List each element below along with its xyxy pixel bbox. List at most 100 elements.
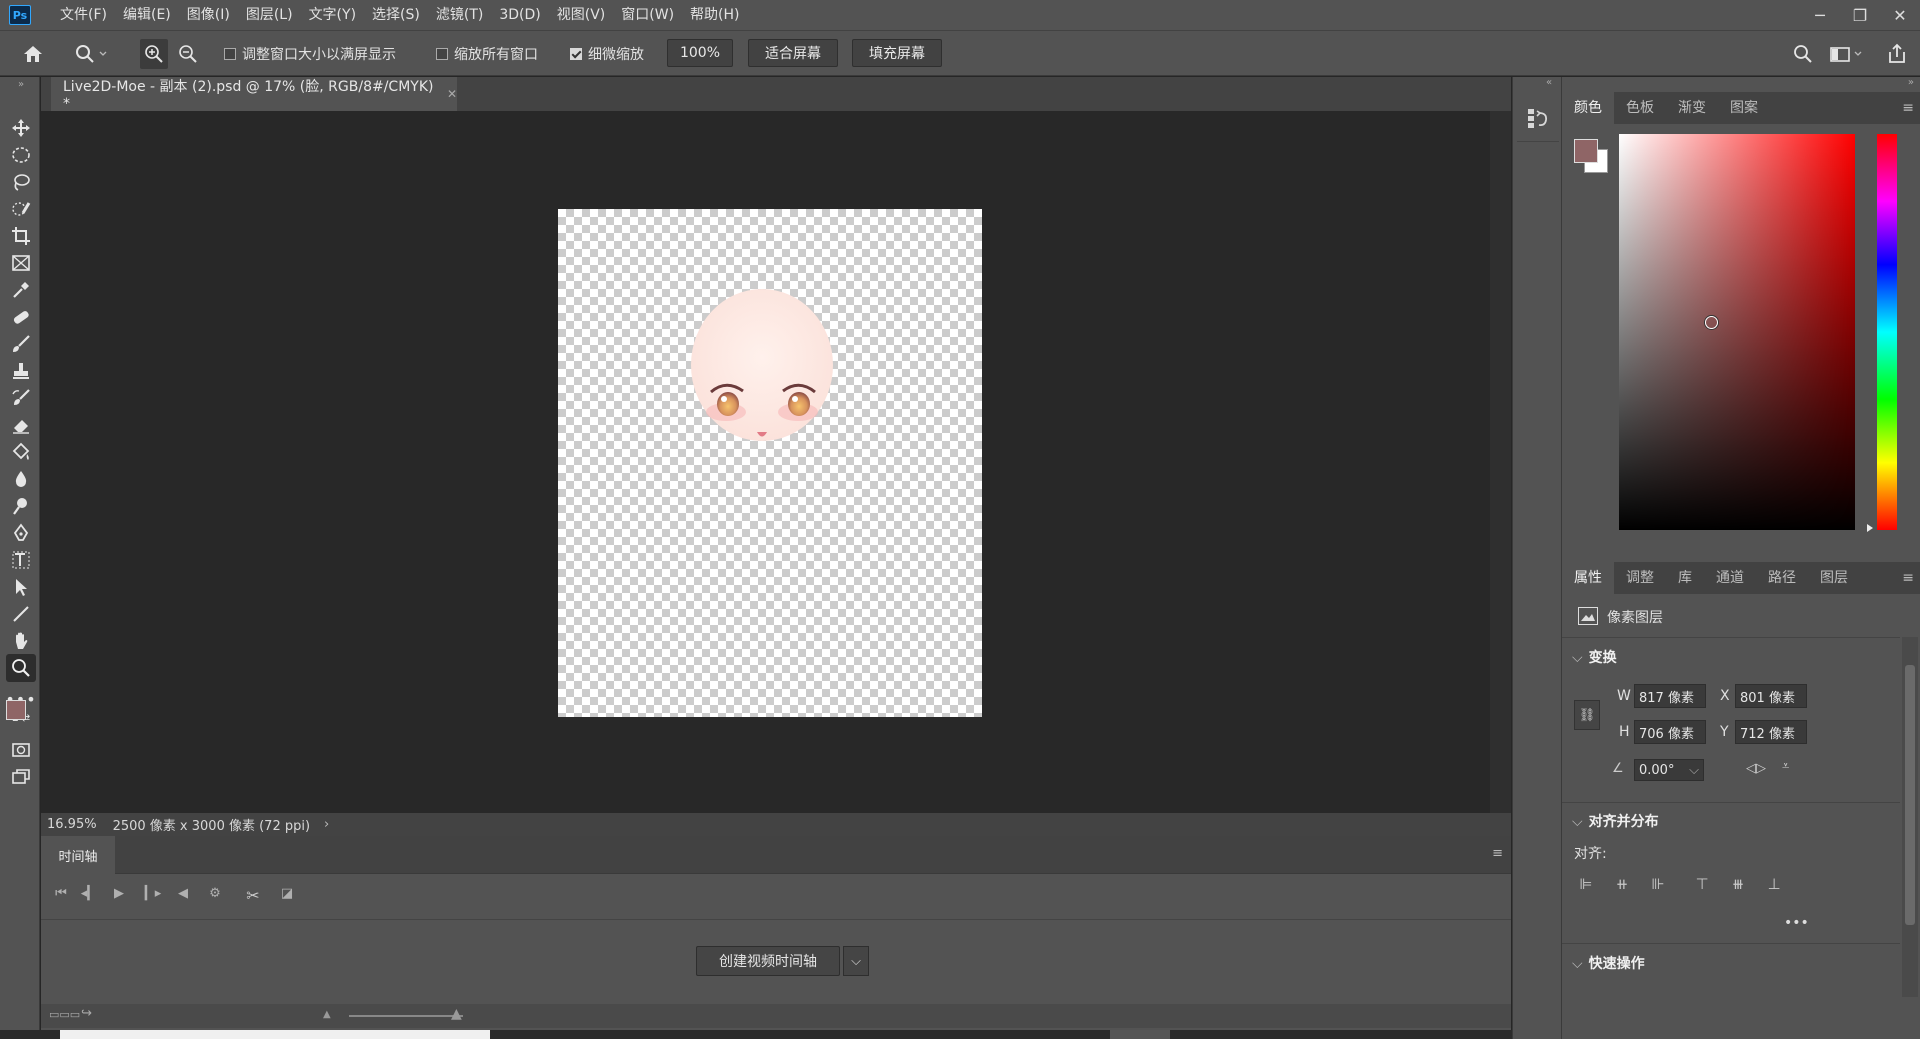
scrollbar-thumb[interactable] bbox=[1905, 665, 1915, 925]
more-options-icon[interactable]: ••• bbox=[1784, 915, 1809, 931]
eyedropper-icon[interactable] bbox=[6, 276, 36, 304]
flip-vertical-icon[interactable]: ⩡ bbox=[1782, 759, 1789, 774]
align-section-header[interactable]: ⌵ 对齐并分布 bbox=[1572, 811, 1659, 831]
link-dimensions-icon[interactable]: ⛓ bbox=[1574, 700, 1600, 730]
height-field[interactable]: 706 像素 bbox=[1634, 720, 1706, 744]
document-canvas[interactable] bbox=[558, 209, 982, 717]
blur-tool-icon[interactable] bbox=[6, 465, 36, 493]
panel-menu-icon[interactable]: ≡ bbox=[1902, 100, 1914, 116]
align-left-icon[interactable]: ⊫ bbox=[1576, 875, 1596, 895]
share-icon[interactable] bbox=[1886, 31, 1908, 77]
flip-horizontal-icon[interactable]: ◁▷ bbox=[1746, 761, 1766, 776]
line-tool-icon[interactable] bbox=[6, 600, 36, 628]
healing-brush-icon[interactable] bbox=[6, 303, 36, 331]
checkbox-unchecked[interactable] bbox=[436, 48, 448, 60]
close-tab-icon[interactable]: ✕ bbox=[447, 87, 457, 101]
history-brush-icon[interactable] bbox=[6, 384, 36, 412]
transition-icon[interactable]: ◪ bbox=[275, 886, 299, 908]
brush-tool-icon[interactable] bbox=[6, 330, 36, 358]
hue-slider[interactable] bbox=[1877, 134, 1897, 530]
menu-window[interactable]: 窗口(W) bbox=[613, 0, 682, 30]
zoom-value-field[interactable]: 100% bbox=[667, 39, 733, 67]
chevron-down-icon[interactable]: ⌵ bbox=[843, 946, 869, 976]
audio-icon[interactable]: ◀ bbox=[171, 886, 195, 908]
tab-gradients[interactable]: 渐变 bbox=[1666, 92, 1718, 124]
create-video-timeline-button[interactable]: 创建视频时间轴 bbox=[696, 946, 840, 976]
previous-frame-icon[interactable]: ◂▎ bbox=[77, 886, 101, 908]
quick-selection-icon[interactable] bbox=[6, 195, 36, 223]
menu-view[interactable]: 视图(V) bbox=[549, 0, 614, 30]
render-video-icon[interactable]: ↪ bbox=[81, 1006, 92, 1021]
restore-icon[interactable]: ❐ bbox=[1840, 6, 1880, 25]
menu-edit[interactable]: 编辑(E) bbox=[115, 0, 179, 30]
x-field[interactable]: 801 像素 bbox=[1735, 684, 1807, 708]
tab-paths[interactable]: 路径 bbox=[1756, 562, 1808, 594]
menu-3d[interactable]: 3D(D) bbox=[491, 0, 548, 30]
tab-channels[interactable]: 通道 bbox=[1704, 562, 1756, 594]
screen-mode-icon[interactable] bbox=[6, 763, 36, 791]
tab-libraries[interactable]: 库 bbox=[1666, 562, 1704, 594]
resize-windows-checkbox[interactable]: 调整窗口大小以满屏显示 bbox=[224, 31, 396, 77]
minimize-icon[interactable]: ─ bbox=[1800, 6, 1840, 25]
align-vertical-center-icon[interactable]: ⧻ bbox=[1728, 875, 1748, 895]
close-icon[interactable]: ✕ bbox=[1880, 6, 1920, 25]
zoom-tool-icon[interactable] bbox=[6, 654, 36, 682]
menu-help[interactable]: 帮助(H) bbox=[682, 0, 747, 30]
menu-filter[interactable]: 滤镜(T) bbox=[428, 0, 491, 30]
settings-gear-icon[interactable]: ⚙ bbox=[203, 886, 227, 908]
panel-menu-icon[interactable]: ≡ bbox=[1492, 846, 1503, 861]
tab-patterns[interactable]: 图案 bbox=[1718, 92, 1770, 124]
color-picker-field[interactable] bbox=[1619, 134, 1855, 530]
fit-screen-button[interactable]: 适合屏幕 bbox=[748, 39, 838, 67]
clone-stamp-icon[interactable] bbox=[6, 357, 36, 385]
play-icon[interactable]: ▶ bbox=[107, 886, 131, 908]
canvas-scrollbar[interactable] bbox=[1490, 111, 1511, 813]
tab-layers[interactable]: 图层 bbox=[1808, 562, 1860, 594]
zoom-all-windows-checkbox[interactable]: 缩放所有窗口 bbox=[436, 31, 538, 77]
chevron-right-icon[interactable]: › bbox=[324, 817, 329, 832]
zoom-out-small-icon[interactable]: ▲ bbox=[323, 1009, 331, 1020]
transform-section-header[interactable]: ⌵ 变换 bbox=[1572, 647, 1617, 667]
eraser-tool-icon[interactable] bbox=[6, 411, 36, 439]
menu-layer[interactable]: 图层(L) bbox=[238, 0, 301, 30]
search-icon[interactable] bbox=[1793, 31, 1813, 77]
foreground-color-swatch[interactable] bbox=[1574, 139, 1598, 163]
y-field[interactable]: 712 像素 bbox=[1735, 720, 1807, 744]
align-bottom-icon[interactable]: ⊥ bbox=[1764, 875, 1784, 895]
fill-screen-button[interactable]: 填充屏幕 bbox=[852, 39, 942, 67]
tab-properties[interactable]: 属性 bbox=[1562, 562, 1614, 594]
dodge-tool-icon[interactable] bbox=[6, 492, 36, 520]
dock-collapse-icon[interactable]: « bbox=[1546, 77, 1552, 88]
vertical-type-icon[interactable] bbox=[6, 546, 36, 574]
zoom-in-icon[interactable] bbox=[140, 39, 168, 69]
scrubby-zoom-checkbox[interactable]: 细微缩放 bbox=[570, 31, 644, 77]
elliptical-marquee-icon[interactable] bbox=[6, 141, 36, 169]
angle-field[interactable]: 0.00° ⌵ bbox=[1634, 759, 1704, 781]
hue-slider-handle[interactable] bbox=[1867, 524, 1873, 532]
menu-file[interactable]: 文件(F) bbox=[52, 0, 115, 30]
lasso-tool-icon[interactable] bbox=[6, 168, 36, 196]
zoom-tool-preset-icon[interactable] bbox=[74, 31, 108, 77]
timeline-tab[interactable]: 时间轴 bbox=[41, 836, 115, 874]
chevron-down-icon[interactable]: ⌵ bbox=[1689, 763, 1699, 778]
zoom-level[interactable]: 16.95% bbox=[47, 817, 97, 832]
pen-tool-icon[interactable] bbox=[6, 519, 36, 547]
history-panel-icon[interactable] bbox=[1525, 105, 1551, 131]
panel-menu-icon[interactable]: ≡ bbox=[1902, 570, 1914, 586]
tab-adjustments[interactable]: 调整 bbox=[1614, 562, 1666, 594]
frame-animation-icon[interactable]: ▭▭▭ bbox=[49, 1008, 80, 1021]
workspace-icon[interactable] bbox=[1829, 31, 1865, 77]
timeline-zoom-slider[interactable] bbox=[349, 1015, 463, 1017]
align-top-icon[interactable]: ⊤ bbox=[1692, 875, 1712, 895]
align-right-icon[interactable]: ⊪ bbox=[1648, 875, 1668, 895]
hand-tool-icon[interactable] bbox=[6, 627, 36, 655]
document-tab[interactable]: Live2D-Moe - 副本 (2).psd @ 17% (脸, RGB/8#… bbox=[51, 77, 457, 112]
move-tool-icon[interactable] bbox=[6, 114, 36, 142]
first-frame-icon[interactable]: ⏮ bbox=[49, 886, 73, 908]
quick-actions-section-header[interactable]: ⌵ 快速操作 bbox=[1572, 953, 1645, 973]
panel-expand-icon[interactable]: » bbox=[1908, 77, 1914, 88]
zoom-in-large-icon[interactable]: ▲ bbox=[451, 1006, 462, 1022]
menu-select[interactable]: 选择(S) bbox=[364, 0, 428, 30]
home-icon[interactable] bbox=[22, 31, 44, 77]
foreground-color-swatch[interactable] bbox=[6, 700, 26, 720]
